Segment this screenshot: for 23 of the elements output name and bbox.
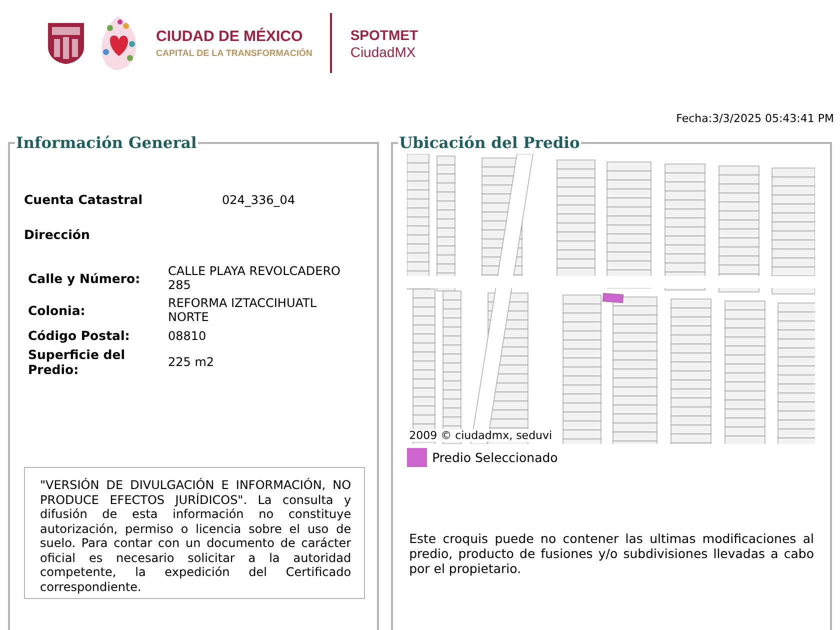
field-label: Superficie del Predio: — [28, 347, 126, 377]
section-title: Información General — [15, 133, 198, 152]
section-title: Ubicación del Predio — [398, 133, 581, 152]
field-label: Colonia: — [28, 302, 86, 318]
field-label: Calle y Número: — [28, 270, 142, 286]
brand-subtitle: CAPITAL DE LA TRANSFORMACIÓN — [156, 48, 312, 58]
map-note: Este croquis puede no contener las ultimas modificaciones al predio, producto de fusiones y/o subdivisiones llevadas a cabo por el propietario. — [409, 531, 814, 576]
brand-title: CIUDAD DE MÉXICO — [156, 28, 304, 45]
coat-of-arms-icon — [46, 21, 86, 65]
field-label: Código Postal: — [28, 328, 131, 343]
disclaimer-text: "VERSIÓN DE DIVULGACIÓN E INFORMACIÓN, NO PRODUCE EFECTOS JURÍDICOS". La consulta y difusión de esta información no constituye autorización, permiso o licencia sobre el uso de suelo. Para contar con un documento de carácter oficial es necesario solicitar a la autoridad competente, la expedición del Certificado correspondiente. — [24, 467, 366, 599]
address-heading: Dirección — [24, 227, 91, 242]
app-name: SPOTMET — [350, 26, 418, 42]
legend-label: Predio Seleccionado — [432, 450, 558, 465]
field-value: 225 m2 — [168, 355, 216, 369]
field-label: Cuenta Catastral — [24, 192, 144, 207]
field-value: CALLE PLAYA REVOLCADERO 285 — [168, 264, 342, 292]
date-text: Fecha:3/3/2025 05:43:41 PM — [676, 112, 834, 125]
field-value: 024_336_04 — [222, 192, 296, 206]
map-credit: 2009 © ciudadmx, seduvi — [409, 429, 552, 442]
app-subtitle: CiudadMX — [350, 44, 417, 60]
field-value: REFORMA IZTACCIHUATL NORTE — [168, 296, 318, 324]
field-value: 08810 — [168, 328, 208, 342]
